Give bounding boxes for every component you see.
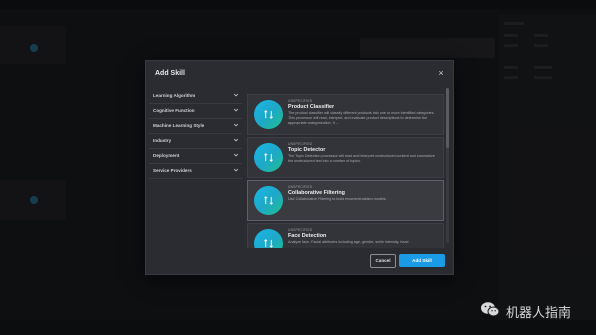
skill-description: Analyze face. Facial attributes includin…	[288, 240, 409, 244]
skill-avatar	[254, 186, 283, 215]
chevron-down-icon	[233, 138, 239, 142]
skill-name: Topic Detector	[288, 147, 326, 153]
skill-category: UNSPECIFIED	[288, 228, 313, 232]
scrollbar-thumb[interactable]	[446, 88, 449, 148]
close-icon[interactable]: ×	[436, 68, 446, 78]
skill-description: Use Collaborative Filtering to build rec…	[288, 197, 387, 201]
filter-label: Machine Learning Style	[153, 123, 205, 128]
filter-label: Industry	[153, 138, 172, 143]
skill-card-topic-detector[interactable]: UNSPECIFIED Topic Detector The Topic Det…	[247, 137, 444, 178]
skill-description: The Topic Detection processor will read …	[288, 154, 435, 163]
skill-card-face-detection[interactable]: UNSPECIFIED Face Detection Analyze face.…	[247, 223, 444, 248]
filter-sidebar: Learning Algorithm Cognitive Function Ma…	[149, 89, 242, 179]
skill-name: Collaborative Filtering	[288, 190, 345, 196]
skill-category: UNSPECIFIED	[288, 142, 313, 146]
chevron-down-icon	[233, 168, 239, 172]
skill-arrows-icon	[264, 110, 273, 119]
add-skill-button[interactable]: Add Skill	[399, 254, 445, 267]
filter-machine-learning-style[interactable]: Machine Learning Style	[149, 119, 242, 134]
filter-service-providers[interactable]: Service Providers	[149, 164, 242, 179]
chevron-down-icon	[233, 108, 239, 112]
watermark-text: 机器人指南	[506, 306, 572, 321]
filter-label: Service Providers	[153, 168, 192, 173]
skill-name: Product Classifier	[288, 104, 335, 110]
filter-learning-algorithm[interactable]: Learning Algorithm	[149, 89, 242, 104]
filter-industry[interactable]: Industry	[149, 134, 242, 149]
wechat-icon	[481, 302, 500, 317]
skill-category: UNSPECIFIED	[288, 185, 313, 189]
filter-label: Deployment	[153, 153, 180, 158]
dialog-header: Add Skill ×	[146, 61, 453, 88]
skill-card-collaborative-filtering[interactable]: UNSPECIFIED Collaborative Filtering Use …	[247, 180, 444, 221]
skill-avatar	[254, 229, 283, 248]
chevron-down-icon	[233, 93, 239, 97]
skill-arrows-icon	[264, 153, 273, 162]
filter-cognitive-function[interactable]: Cognitive Function	[149, 104, 242, 119]
dialog-footer: Cancel Add Skill	[241, 249, 453, 274]
skill-card-product-classifier[interactable]: UNSPECIFIED Product Classifier The produ…	[247, 94, 444, 135]
skill-arrows-icon	[264, 196, 273, 205]
skill-list[interactable]: UNSPECIFIED Product Classifier The produ…	[247, 88, 444, 248]
filter-deployment[interactable]: Deployment	[149, 149, 242, 164]
skill-category: UNSPECIFIED	[288, 99, 313, 103]
chevron-down-icon	[233, 153, 239, 157]
skill-description: The product classifier will classify dif…	[288, 111, 435, 125]
skill-avatar	[254, 100, 283, 129]
chevron-down-icon	[233, 123, 239, 127]
filter-label: Learning Algorithm	[153, 93, 196, 98]
add-skill-dialog: Add Skill × Learning Algorithm Cognitive…	[145, 60, 454, 275]
skill-arrows-icon	[264, 239, 273, 248]
watermark: 机器人指南	[480, 300, 590, 321]
skill-list-scrollbar[interactable]	[446, 88, 449, 243]
skill-name: Face Detection	[288, 233, 327, 239]
cancel-button[interactable]: Cancel	[370, 254, 396, 268]
filter-label: Cognitive Function	[153, 108, 195, 113]
dialog-title: Add Skill	[155, 70, 185, 77]
skill-avatar	[254, 143, 283, 172]
